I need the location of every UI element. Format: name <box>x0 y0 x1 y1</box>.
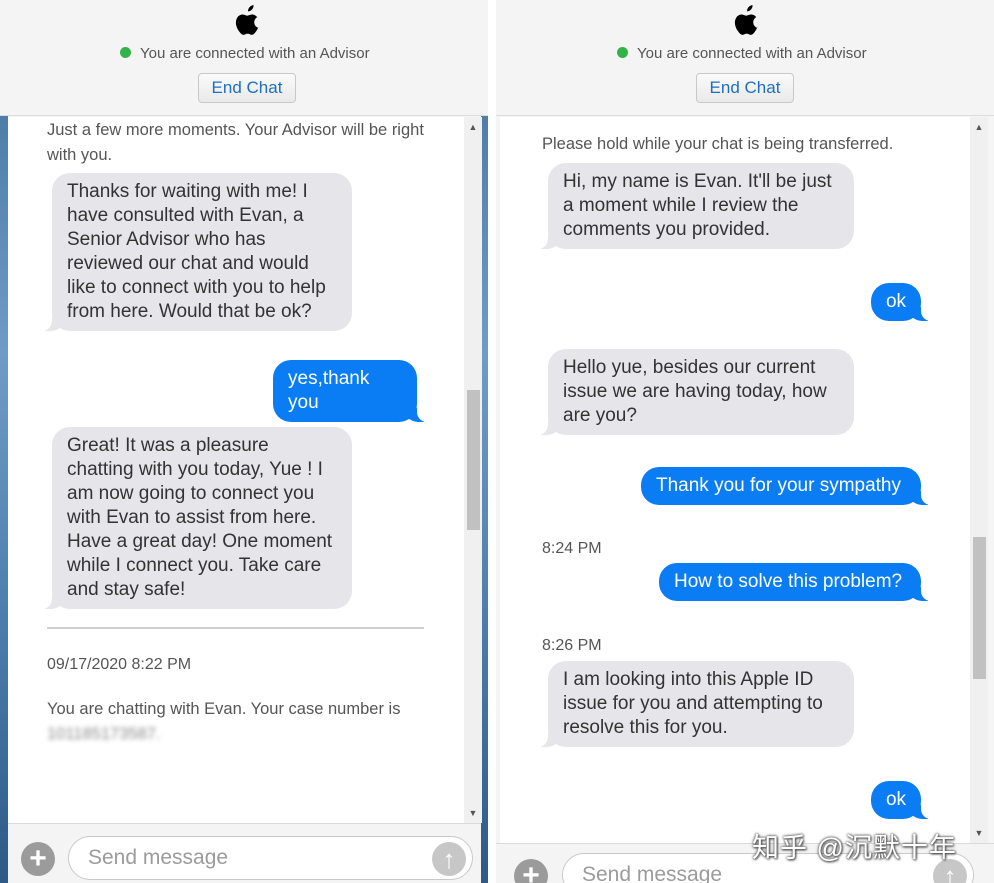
case-number: 101185173587. <box>47 725 161 743</box>
scroll-thumb[interactable] <box>467 390 480 530</box>
user-message: Thank you for your sympathy <box>641 467 935 505</box>
online-dot <box>617 47 628 58</box>
window-edge <box>0 0 8 883</box>
chat-header: You are connected with an Advisor End Ch… <box>0 0 488 116</box>
scrollbar[interactable]: ▲ ▼ <box>464 117 482 823</box>
scroll-up-icon[interactable]: ▲ <box>970 119 988 135</box>
timestamp: 09/17/2020 8:22 PM <box>47 656 192 673</box>
advisor-message: Hello yue, besides our current issue we … <box>534 349 854 435</box>
end-chat-button[interactable]: End Chat <box>696 73 794 103</box>
plus-icon[interactable]: + <box>514 859 548 883</box>
watermark: 知乎 @沉默十年 <box>752 833 957 863</box>
right-chat-window: You are connected with an Advisor End Ch… <box>496 0 994 883</box>
user-message: ok <box>871 781 935 819</box>
advisor-message: Great! It was a pleasure chatting with y… <box>38 427 352 609</box>
advisor-message: Thanks for waiting with me! I have consu… <box>38 173 352 331</box>
user-message: ok <box>871 283 935 321</box>
system-message: Please hold while your chat is being tra… <box>542 135 894 153</box>
online-dot <box>120 47 131 58</box>
apple-logo-icon <box>235 5 259 35</box>
left-chat-window: You are connected with an Advisor End Ch… <box>0 0 488 883</box>
user-message: How to solve this problem? <box>659 563 935 601</box>
chat-footer: + Send message ↑ <box>8 823 481 883</box>
scroll-down-icon[interactable]: ▼ <box>464 805 482 821</box>
connection-status-text: You are connected with an Advisor <box>637 45 867 62</box>
system-message: Just a few more moments. Your Advisor wi… <box>47 121 424 164</box>
scrollbar[interactable]: ▲ ▼ <box>970 117 988 843</box>
advisor-message: I am looking into this Apple ID issue fo… <box>534 661 854 747</box>
apple-logo-icon <box>734 5 758 35</box>
connection-status-text: You are connected with an Advisor <box>140 45 370 62</box>
scroll-down-icon[interactable]: ▼ <box>970 825 988 841</box>
send-arrow-icon[interactable]: ↑ <box>432 842 466 876</box>
case-info: You are chatting with Evan. Your case nu… <box>47 697 427 747</box>
message-thread: Please hold while your chat is being tra… <box>500 117 970 843</box>
message-input[interactable]: Send message <box>68 836 473 880</box>
window-edge <box>481 0 488 883</box>
case-info-text: You are chatting with Evan. Your case nu… <box>47 700 401 718</box>
advisor-message: Hi, my name is Evan. It'll be just a mom… <box>534 163 854 249</box>
connection-status: You are connected with an Advisor <box>617 45 867 62</box>
plus-icon[interactable]: + <box>21 842 55 876</box>
scroll-thumb[interactable] <box>973 537 986 679</box>
message-thread: Just a few more moments. Your Advisor wi… <box>8 117 464 823</box>
timestamp: 8:24 PM <box>542 540 602 557</box>
end-chat-button[interactable]: End Chat <box>198 73 296 103</box>
connection-status: You are connected with an Advisor <box>120 45 370 62</box>
divider <box>47 627 424 629</box>
scroll-up-icon[interactable]: ▲ <box>464 119 482 135</box>
timestamp: 8:26 PM <box>542 637 602 654</box>
user-message: yes,thank you <box>273 360 431 422</box>
chat-header: You are connected with an Advisor End Ch… <box>496 0 994 116</box>
